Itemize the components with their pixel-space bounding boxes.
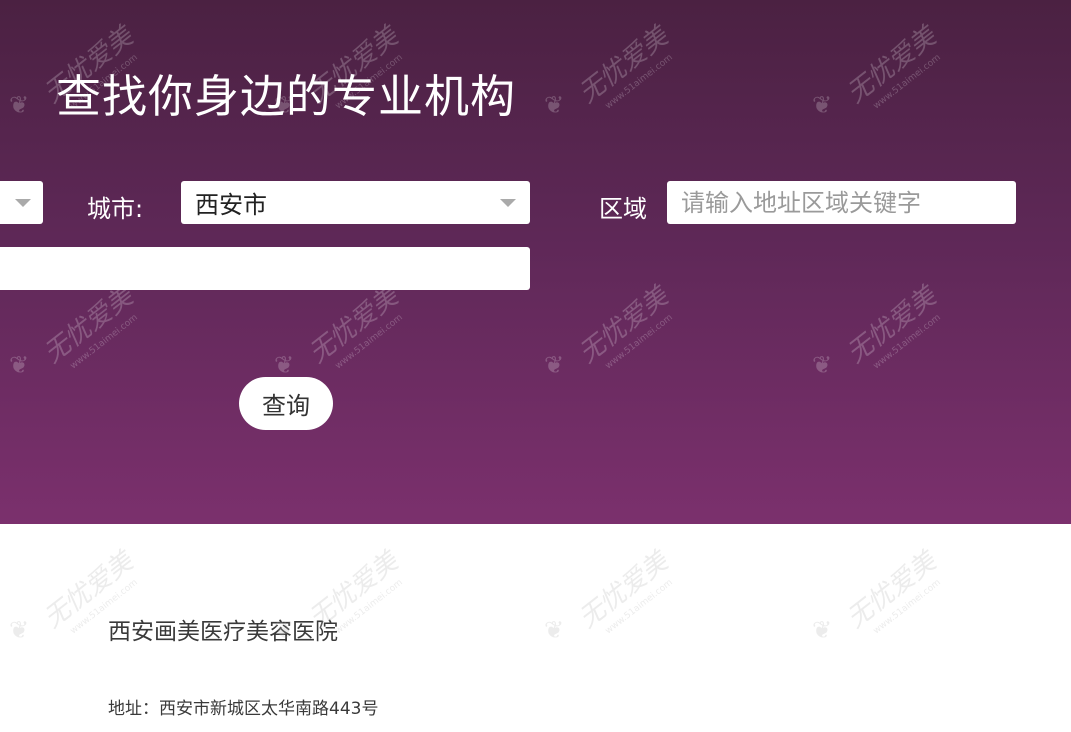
city-select[interactable]: 西安市 [181,181,530,224]
search-button[interactable]: 查询 [239,377,333,430]
watermark-logo: 无忧爱美 www.51aimei.com ❦ [544,546,675,644]
city-select-value: 西安市 [195,191,267,219]
butterfly-icon: ❦ [544,616,565,644]
province-select[interactable] [0,181,43,224]
hero-banner: 查找你身边的专业机构 城市: 西安市 区域 查询 [0,0,1071,524]
district-label: 区域 [599,195,647,223]
result-address: 地址：西安市新城区太华南路443号 [108,699,379,719]
butterfly-icon: ❦ [812,616,833,644]
chevron-down-icon [500,199,516,207]
butterfly-icon: ❦ [9,616,30,644]
watermark-logo: 无忧爱美 www.51aimei.com ❦ [812,546,943,644]
result-institution-name[interactable]: 西安画美医疗美容医院 [108,612,338,646]
district-input[interactable] [667,181,1016,224]
page-title: 查找你身边的专业机构 [56,70,517,123]
keyword-input[interactable] [0,247,530,290]
chevron-down-icon [15,199,31,207]
city-label: 城市: [87,195,144,223]
